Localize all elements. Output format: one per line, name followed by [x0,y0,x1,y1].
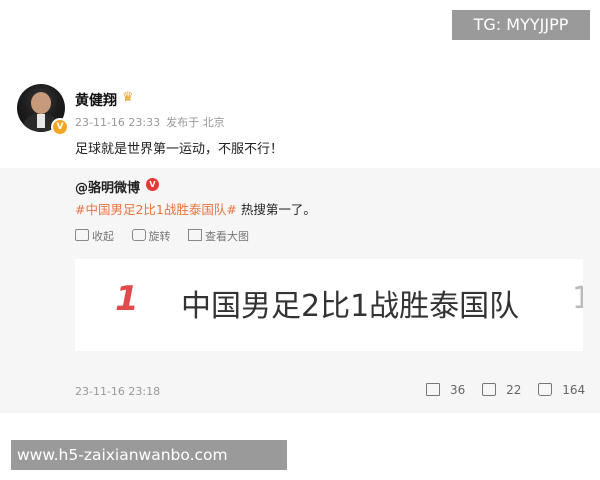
watermark-bottom: www.h5-zaixianwanbo.com [11,440,287,470]
weibo-post: V 黄健翔 ♛ 23-11-16 23:33 发布于 北京 足球就是世界第一运动，… [0,68,600,413]
image-actions: 收起 旋转 查看大图 [75,228,263,244]
comment-button[interactable]: 22 [482,383,521,397]
post-text: 足球就是世界第一运动，不服不行！ [75,142,284,157]
post-header: V 黄健翔 ♛ 23-11-16 23:33 发布于 北京 足球就是世界第一运动，… [0,68,600,168]
share-icon [426,383,440,396]
comment-count: 22 [506,383,522,397]
avatar-shirt [37,114,45,128]
repost-verified-icon: V [146,178,159,191]
comment-icon [482,383,497,396]
hot-search-title: 中国男足2比1战胜泰国队 [181,289,520,324]
hot-search-image[interactable]: 1 中国男足2比1战胜泰国队 1 [75,259,583,351]
post-meta: 23-11-16 23:33 发布于 北京 [75,114,231,130]
share-count: 36 [450,383,466,397]
post-source: 发布于 北京 [166,116,225,129]
repost-author[interactable]: @骆明微博 [75,177,140,196]
verified-badge-icon: V [51,118,69,136]
bookmark-icon [75,229,89,241]
share-button[interactable]: 36 [426,383,465,397]
repost-block: @骆明微博 V #中国男足2比1战胜泰国队# 热搜第一了。 收起 旋转 查看大图… [0,168,600,413]
rotate-label: 旋转 [148,230,171,243]
view-large-label: 查看大图 [205,230,249,243]
crown-icon: ♛ [122,90,134,105]
like-count: 164 [562,383,586,397]
like-icon [538,383,553,396]
rotate-icon [131,229,146,241]
view-large-icon [188,229,202,241]
post-username[interactable]: 黄健翔 [75,90,117,110]
view-large-button[interactable]: 查看大图 [188,228,249,244]
hot-search-rank: 1 [115,279,139,319]
repost-text: #中国男足2比1战胜泰国队# 热搜第一了。 [75,199,316,218]
collapse-button[interactable]: 收起 [75,228,114,244]
post-timestamp[interactable]: 23-11-16 23:33 [75,116,160,129]
watermark-top: TG: MYYJJPP [452,10,590,40]
repost-timestamp[interactable]: 23-11-16 23:18 [75,385,160,398]
rotate-button[interactable]: 旋转 [131,228,171,244]
repost-hashtag[interactable]: #中国男足2比1战胜泰国队# [75,202,237,217]
like-button[interactable]: 164 [538,383,585,397]
collapse-label: 收起 [92,230,114,243]
repost-stats: 36 22 164 [426,383,585,397]
hot-search-cutoff: 1 [572,281,583,316]
repost-text-suffix: 热搜第一了。 [236,202,316,217]
avatar-face [31,92,51,114]
